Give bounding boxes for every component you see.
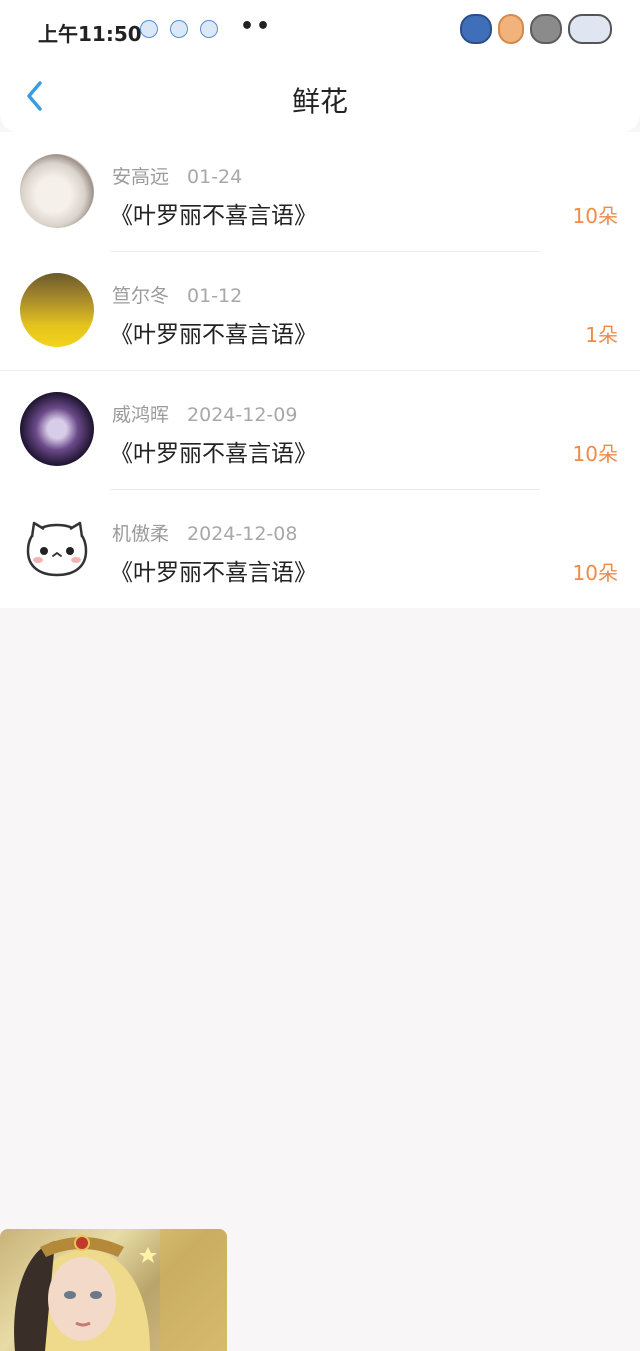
avatar[interactable] <box>20 273 94 347</box>
avatar[interactable] <box>20 154 94 228</box>
status-stickers <box>460 14 612 44</box>
nav-bar: 鲜花 <box>0 62 640 132</box>
book-title: 《叶罗丽不喜言语》 <box>110 322 317 348</box>
book-title: 《叶罗丽不喜言语》 <box>110 441 317 467</box>
animated-character-thumbnail <box>14 1229 227 1351</box>
flower-count: 10朵 <box>572 442 618 466</box>
flower-count: 1朵 <box>585 323 618 347</box>
list-item[interactable]: 笪尔冬 01-12 《叶罗丽不喜言语》 1朵 <box>0 251 640 370</box>
sender-name: 笪尔冬 <box>112 285 170 307</box>
flower-gift-list: 安高远 01-24 《叶罗丽不喜言语》 10朵 笪尔冬 01-12 《叶罗丽不喜言语… <box>0 132 640 608</box>
status-time: 上午11:50 <box>38 22 142 46</box>
sender-name: 安高远 <box>112 166 170 188</box>
sender-name: 机傲柔 <box>112 523 170 545</box>
flower-count: 10朵 <box>572 204 618 228</box>
fish-sticker-icon <box>568 14 612 44</box>
avatar[interactable] <box>20 392 94 466</box>
notification-app-icon <box>140 20 158 38</box>
list-item[interactable]: 机傲柔 2024-12-08 《叶罗丽不喜言语》 10朵 <box>0 489 640 608</box>
notification-icons <box>140 20 218 38</box>
list-item[interactable]: 安高远 01-24 《叶罗丽不喜言语》 10朵 <box>0 132 640 251</box>
book-title: 《叶罗丽不喜言语》 <box>110 560 317 586</box>
book-title: 《叶罗丽不喜言语》 <box>110 203 317 229</box>
cartoon-face-icon <box>26 521 88 577</box>
avatar[interactable] <box>20 511 94 585</box>
list-item[interactable]: 威鸿晖 2024-12-09 《叶罗丽不喜言语》 10朵 <box>0 370 640 489</box>
cat-sticker-icon <box>498 14 524 44</box>
page-title: 鲜花 <box>291 85 348 118</box>
gift-date: 01-24 <box>187 166 243 188</box>
gift-date: 01-12 <box>187 285 243 307</box>
floating-video-window[interactable] <box>0 1229 227 1351</box>
gift-date: 2024-12-08 <box>187 523 298 545</box>
gift-date: 2024-12-09 <box>187 404 298 426</box>
fish-sticker-icon <box>460 14 492 44</box>
more-notifications-icon: •• <box>240 14 273 39</box>
status-bar: 上午11:50 •• <box>0 0 640 62</box>
notification-app-icon <box>170 20 188 38</box>
cat-sticker-icon <box>530 14 562 44</box>
sender-name: 威鸿晖 <box>112 404 170 426</box>
flower-count: 10朵 <box>572 561 618 585</box>
notification-app-icon <box>200 20 218 38</box>
